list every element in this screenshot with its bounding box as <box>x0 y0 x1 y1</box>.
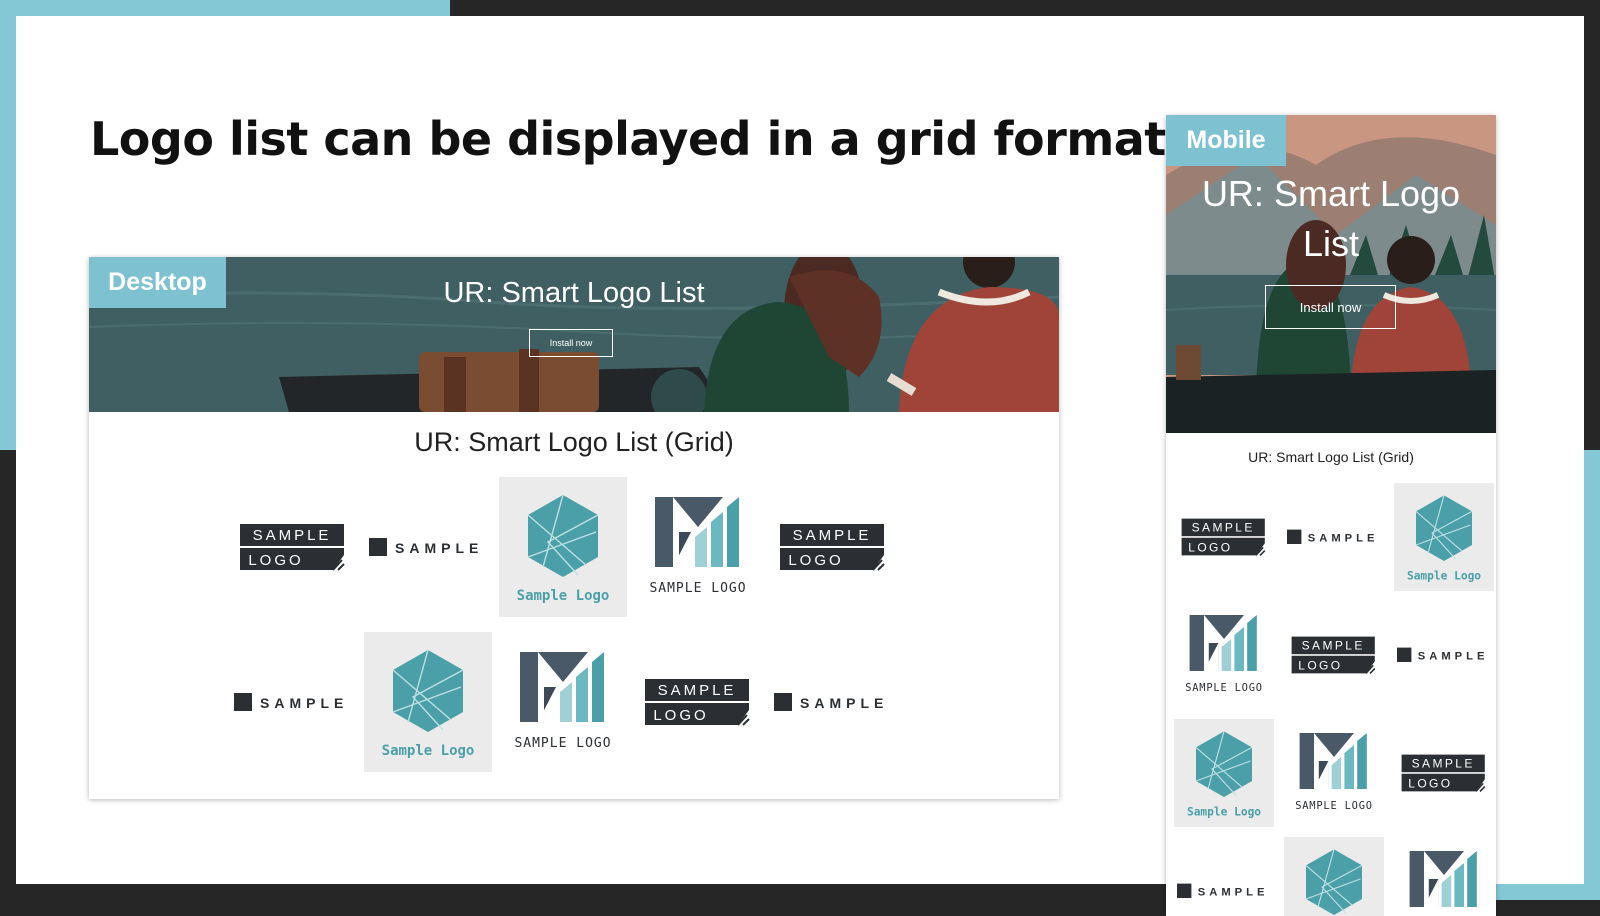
svg-text:SAMPLE: SAMPLE <box>1308 533 1379 545</box>
sample-wordmark-graphic: SAMPLE <box>1286 529 1379 545</box>
sample-logo-block-graphic: SAMPLE LOGO <box>780 524 885 571</box>
mobile-banner-title: UR: Smart Logo List <box>1201 173 1461 264</box>
logo-grid-item[interactable]: SAMPLE LOGO <box>499 632 627 772</box>
mobile-install-button[interactable]: Install now <box>1265 285 1396 329</box>
logo-grid-item[interactable]: Sample Logo <box>499 477 627 617</box>
desktop-preview: Desktop UR: Smart Logo List Install now … <box>89 257 1059 799</box>
logo-grid-item[interactable]: SAMPLE LOGO <box>1284 601 1384 709</box>
svg-text:LOGO: LOGO <box>788 552 843 569</box>
mobile-logo-grid: SAMPLE LOGO SAMPLE Sample Logo SAMPLE LO… <box>1174 483 1494 916</box>
svg-text:SAMPLE LOGO: SAMPLE LOGO <box>649 581 746 596</box>
sample-logo-m-graphic: SAMPLE LOGO <box>649 497 746 596</box>
logo-grid-item[interactable]: SAMPLE <box>364 477 492 617</box>
desktop-install-button[interactable]: Install now <box>529 329 613 357</box>
svg-text:LOGO: LOGO <box>248 552 303 569</box>
svg-text:SAMPLE: SAMPLE <box>395 540 483 556</box>
logo-grid-item[interactable]: SAMPLE <box>1174 837 1274 916</box>
logo-grid-item[interactable]: SAMPLE <box>229 632 357 772</box>
mobile-tag: Mobile <box>1166 115 1286 166</box>
svg-text:SAMPLE: SAMPLE <box>1192 520 1255 534</box>
sample-logo-block-graphic: SAMPLE LOGO <box>1291 636 1376 674</box>
logo-grid-item[interactable]: SAMPLE LOGO <box>634 632 762 772</box>
logo-grid-item[interactable]: Sample Logo <box>364 632 492 772</box>
svg-text:LOGO: LOGO <box>1188 540 1232 554</box>
svg-text:SAMPLE: SAMPLE <box>793 527 872 544</box>
sample-wordmark-graphic: SAMPLE <box>1396 647 1489 663</box>
svg-text:SAMPLE: SAMPLE <box>800 695 888 711</box>
svg-text:SAMPLE LOGO: SAMPLE LOGO <box>1185 682 1263 694</box>
sample-logo-block-graphic: SAMPLE LOGO <box>645 679 750 726</box>
sample-logo-block-graphic: SAMPLE LOGO <box>1401 754 1486 792</box>
logo-grid-item[interactable]: SAMPLE LOGO <box>1284 719 1384 827</box>
sample-logo-hexagon-graphic: Sample Logo <box>1187 731 1261 818</box>
svg-text:SAMPLE: SAMPLE <box>1302 638 1365 652</box>
logo-grid-item[interactable]: Sample Logo <box>1284 837 1384 916</box>
logo-grid-item[interactable]: SAMPLE <box>769 632 897 772</box>
svg-text:SAMPLE LOGO: SAMPLE LOGO <box>1295 800 1373 812</box>
sample-wordmark-graphic: SAMPLE <box>774 693 888 711</box>
slide: Logo list can be displayed in a grid for… <box>16 16 1584 916</box>
sample-logo-hexagon-graphic: Sample Logo <box>517 494 610 604</box>
desktop-banner-title: UR: Smart Logo List <box>443 277 705 309</box>
svg-text:SAMPLE: SAMPLE <box>1418 651 1489 663</box>
mobile-preview: Mobile UR: Smart Logo List Install now U… <box>1166 115 1496 916</box>
sample-wordmark-graphic: SAMPLE <box>1176 883 1269 899</box>
mobile-section-title: UR: Smart Logo List (Grid) <box>1248 449 1414 465</box>
sample-logo-m-graphic: SAMPLE LOGO <box>514 652 611 751</box>
svg-text:LOGO: LOGO <box>653 707 708 724</box>
logo-grid-item[interactable]: Sample Logo <box>1394 483 1494 591</box>
logo-grid-item[interactable]: Sample Logo <box>1174 719 1274 827</box>
sample-wordmark-graphic: SAMPLE <box>369 538 483 556</box>
sample-logo-hexagon-graphic: Sample Logo <box>1407 495 1481 582</box>
sample-logo-block-graphic: SAMPLE LOGO <box>240 524 345 571</box>
svg-text:SAMPLE: SAMPLE <box>658 682 737 699</box>
logo-grid-item[interactable]: SAMPLE LOGO <box>229 477 357 617</box>
svg-text:SAMPLE LOGO: SAMPLE LOGO <box>514 736 611 751</box>
sample-logo-m-graphic: SAMPLE LOGO <box>1185 615 1263 694</box>
sample-logo-hexagon-graphic: Sample Logo <box>382 649 475 759</box>
mobile-banner: Mobile UR: Smart Logo List Install now <box>1166 115 1496 433</box>
sample-logo-m-graphic: SAMPLE LOGO <box>1295 733 1373 812</box>
svg-text:Sample Logo: Sample Logo <box>1187 805 1261 818</box>
svg-text:LOGO: LOGO <box>1408 776 1452 790</box>
sample-logo-m-graphic: SAMPLE LOGO <box>1409 851 1477 907</box>
logo-grid-item[interactable]: SAMPLE <box>1394 601 1494 709</box>
logo-grid-item[interactable]: SAMPLE LOGO <box>1394 837 1494 916</box>
desktop-banner: Desktop UR: Smart Logo List Install now <box>89 257 1059 412</box>
svg-text:SAMPLE: SAMPLE <box>1412 756 1475 770</box>
sample-logo-hexagon-graphic: Sample Logo <box>1305 849 1363 915</box>
logo-grid-item[interactable]: SAMPLE LOGO <box>1174 483 1274 591</box>
logo-grid-item[interactable]: SAMPLE LOGO <box>1174 601 1274 709</box>
desktop-section-title: UR: Smart Logo List (Grid) <box>414 427 734 457</box>
logo-grid-item[interactable]: SAMPLE LOGO <box>634 477 762 617</box>
svg-text:SAMPLE: SAMPLE <box>1198 887 1269 899</box>
logo-grid-item[interactable]: SAMPLE LOGO <box>769 477 897 617</box>
logo-grid-item[interactable]: SAMPLE LOGO <box>1394 719 1494 827</box>
logo-grid-item[interactable]: SAMPLE <box>1284 483 1384 591</box>
svg-text:SAMPLE: SAMPLE <box>260 695 348 711</box>
svg-text:Sample Logo: Sample Logo <box>517 588 610 604</box>
sample-logo-block-graphic: SAMPLE LOGO <box>1181 518 1266 556</box>
svg-text:SAMPLE: SAMPLE <box>253 527 332 544</box>
svg-text:Sample Logo: Sample Logo <box>382 743 475 759</box>
svg-text:LOGO: LOGO <box>1298 658 1342 672</box>
sample-wordmark-graphic: SAMPLE <box>234 693 348 711</box>
desktop-logo-grid: SAMPLE LOGO SAMPLE Sample Logo SAMPLE LO… <box>229 477 909 772</box>
svg-text:Sample Logo: Sample Logo <box>1407 569 1481 582</box>
slide-headline: Logo list can be displayed in a grid for… <box>90 112 1187 166</box>
